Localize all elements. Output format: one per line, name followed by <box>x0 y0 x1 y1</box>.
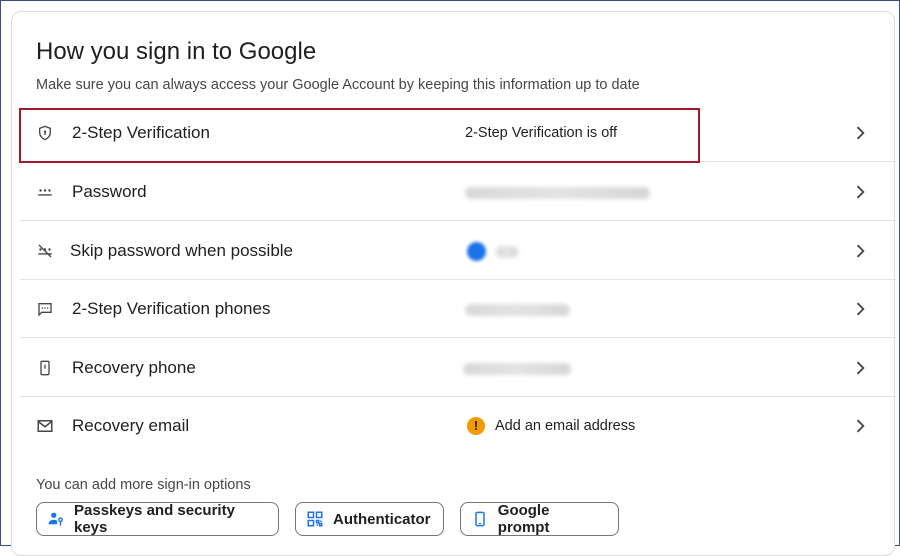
mail-icon <box>36 417 54 435</box>
recovery-phone-redacted <box>463 363 571 375</box>
row-label: Skip password when possible <box>70 241 294 260</box>
chevron-right-icon <box>850 299 870 319</box>
row-value: 2-Step Verification is off <box>465 125 618 141</box>
chip-label: Passkeys and security keys <box>74 502 235 536</box>
chevron-right-icon <box>850 358 870 378</box>
row-label: Recovery phone <box>72 358 196 377</box>
message-icon <box>36 300 54 318</box>
chip-label: Google prompt <box>497 502 550 536</box>
passkeys-button[interactable]: Passkeys and security keys <box>36 502 279 536</box>
person-key-icon <box>47 510 65 528</box>
row-skip-password[interactable]: Skip password when possible <box>20 222 896 280</box>
row-label: Recovery email <box>72 416 190 435</box>
window-frame: How you sign in to Google Make sure you … <box>0 0 900 556</box>
password-redacted <box>465 187 650 199</box>
phone-redacted <box>465 304 570 316</box>
chip-label: Authenticator <box>333 510 431 528</box>
phone-icon <box>36 359 54 377</box>
authenticator-button[interactable]: Authenticator <box>295 502 444 536</box>
google-prompt-button[interactable]: Google prompt <box>460 502 619 536</box>
warning-icon: ! <box>467 417 485 435</box>
smartphone-icon <box>471 510 489 528</box>
row-label: 2-Step Verification <box>72 123 210 142</box>
row-recovery-phone[interactable]: Recovery phone <box>20 339 896 397</box>
chevron-right-icon <box>850 182 870 202</box>
row-password[interactable]: Password <box>20 163 896 221</box>
password-dots-icon <box>36 183 54 201</box>
toggle-on-indicator <box>467 242 486 261</box>
chevron-right-icon <box>850 241 870 261</box>
chevron-right-icon <box>850 123 870 143</box>
row-label: Password <box>72 182 147 201</box>
row-value: Add an email address <box>495 418 636 434</box>
sign-in-card: How you sign in to Google Make sure you … <box>11 11 896 556</box>
row-2-step-verification[interactable]: 2-Step Verification 2-Step Verification … <box>20 104 896 162</box>
qr-code-icon <box>306 510 324 528</box>
passkey-skip-icon <box>36 242 54 260</box>
more-options-text: You can add more sign-in options <box>36 477 251 493</box>
status-redacted <box>496 246 518 258</box>
chevron-right-icon <box>850 416 870 436</box>
row-recovery-email[interactable]: Recovery email ! Add an email address <box>20 397 896 455</box>
row-2-step-phones[interactable]: 2-Step Verification phones <box>20 280 896 338</box>
shield-icon <box>36 124 54 142</box>
page-title: How you sign in to Google <box>36 38 317 65</box>
row-label: 2-Step Verification phones <box>72 299 271 318</box>
page-subtitle: Make sure you can always access your Goo… <box>36 77 640 93</box>
